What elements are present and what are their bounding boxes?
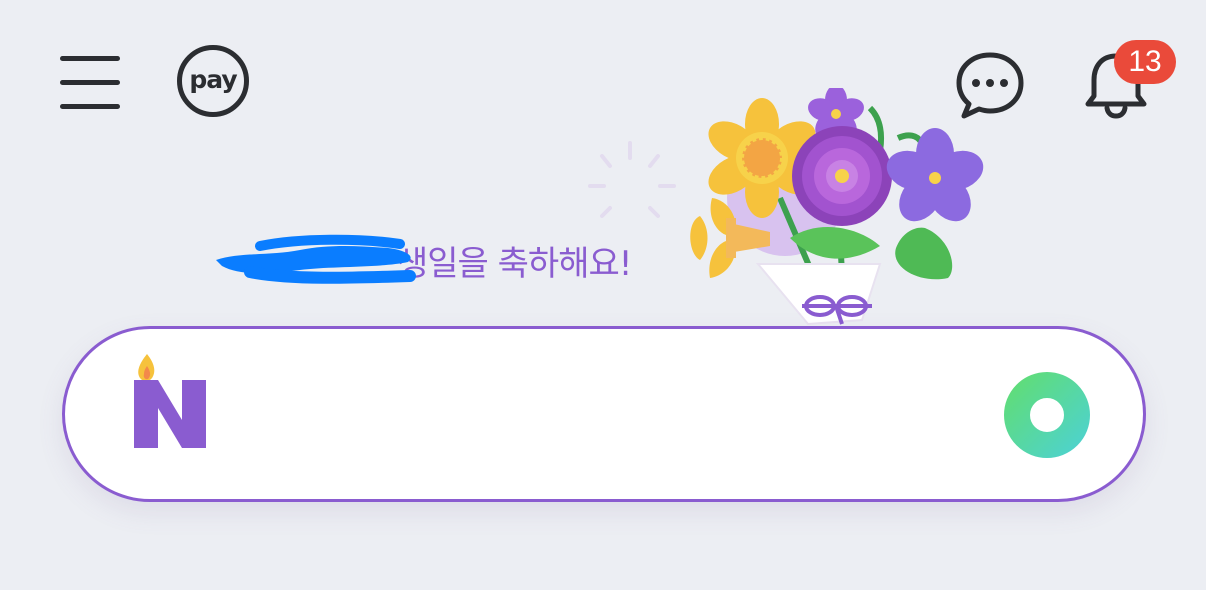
flower-bouquet-illustration (588, 88, 984, 326)
redaction-scribble (216, 234, 416, 284)
green-ring-button[interactable] (1004, 372, 1090, 458)
pay-button[interactable]: pay (177, 45, 249, 117)
hamburger-menu-button[interactable] (56, 52, 124, 114)
naver-logo-icon (134, 354, 206, 448)
menu-line (60, 80, 120, 85)
menu-line (60, 56, 120, 61)
notification-count-badge: 13 (1114, 40, 1176, 84)
sparkle-decoration (588, 141, 676, 218)
search-bar[interactable] (62, 326, 1146, 502)
menu-line (60, 104, 120, 109)
birthday-greeting: 생일을 축하해요! (210, 232, 632, 288)
pay-label: pay (189, 65, 237, 94)
redacted-name (210, 232, 416, 288)
search-input[interactable] (235, 369, 999, 461)
green-ring-icon (1004, 372, 1090, 458)
